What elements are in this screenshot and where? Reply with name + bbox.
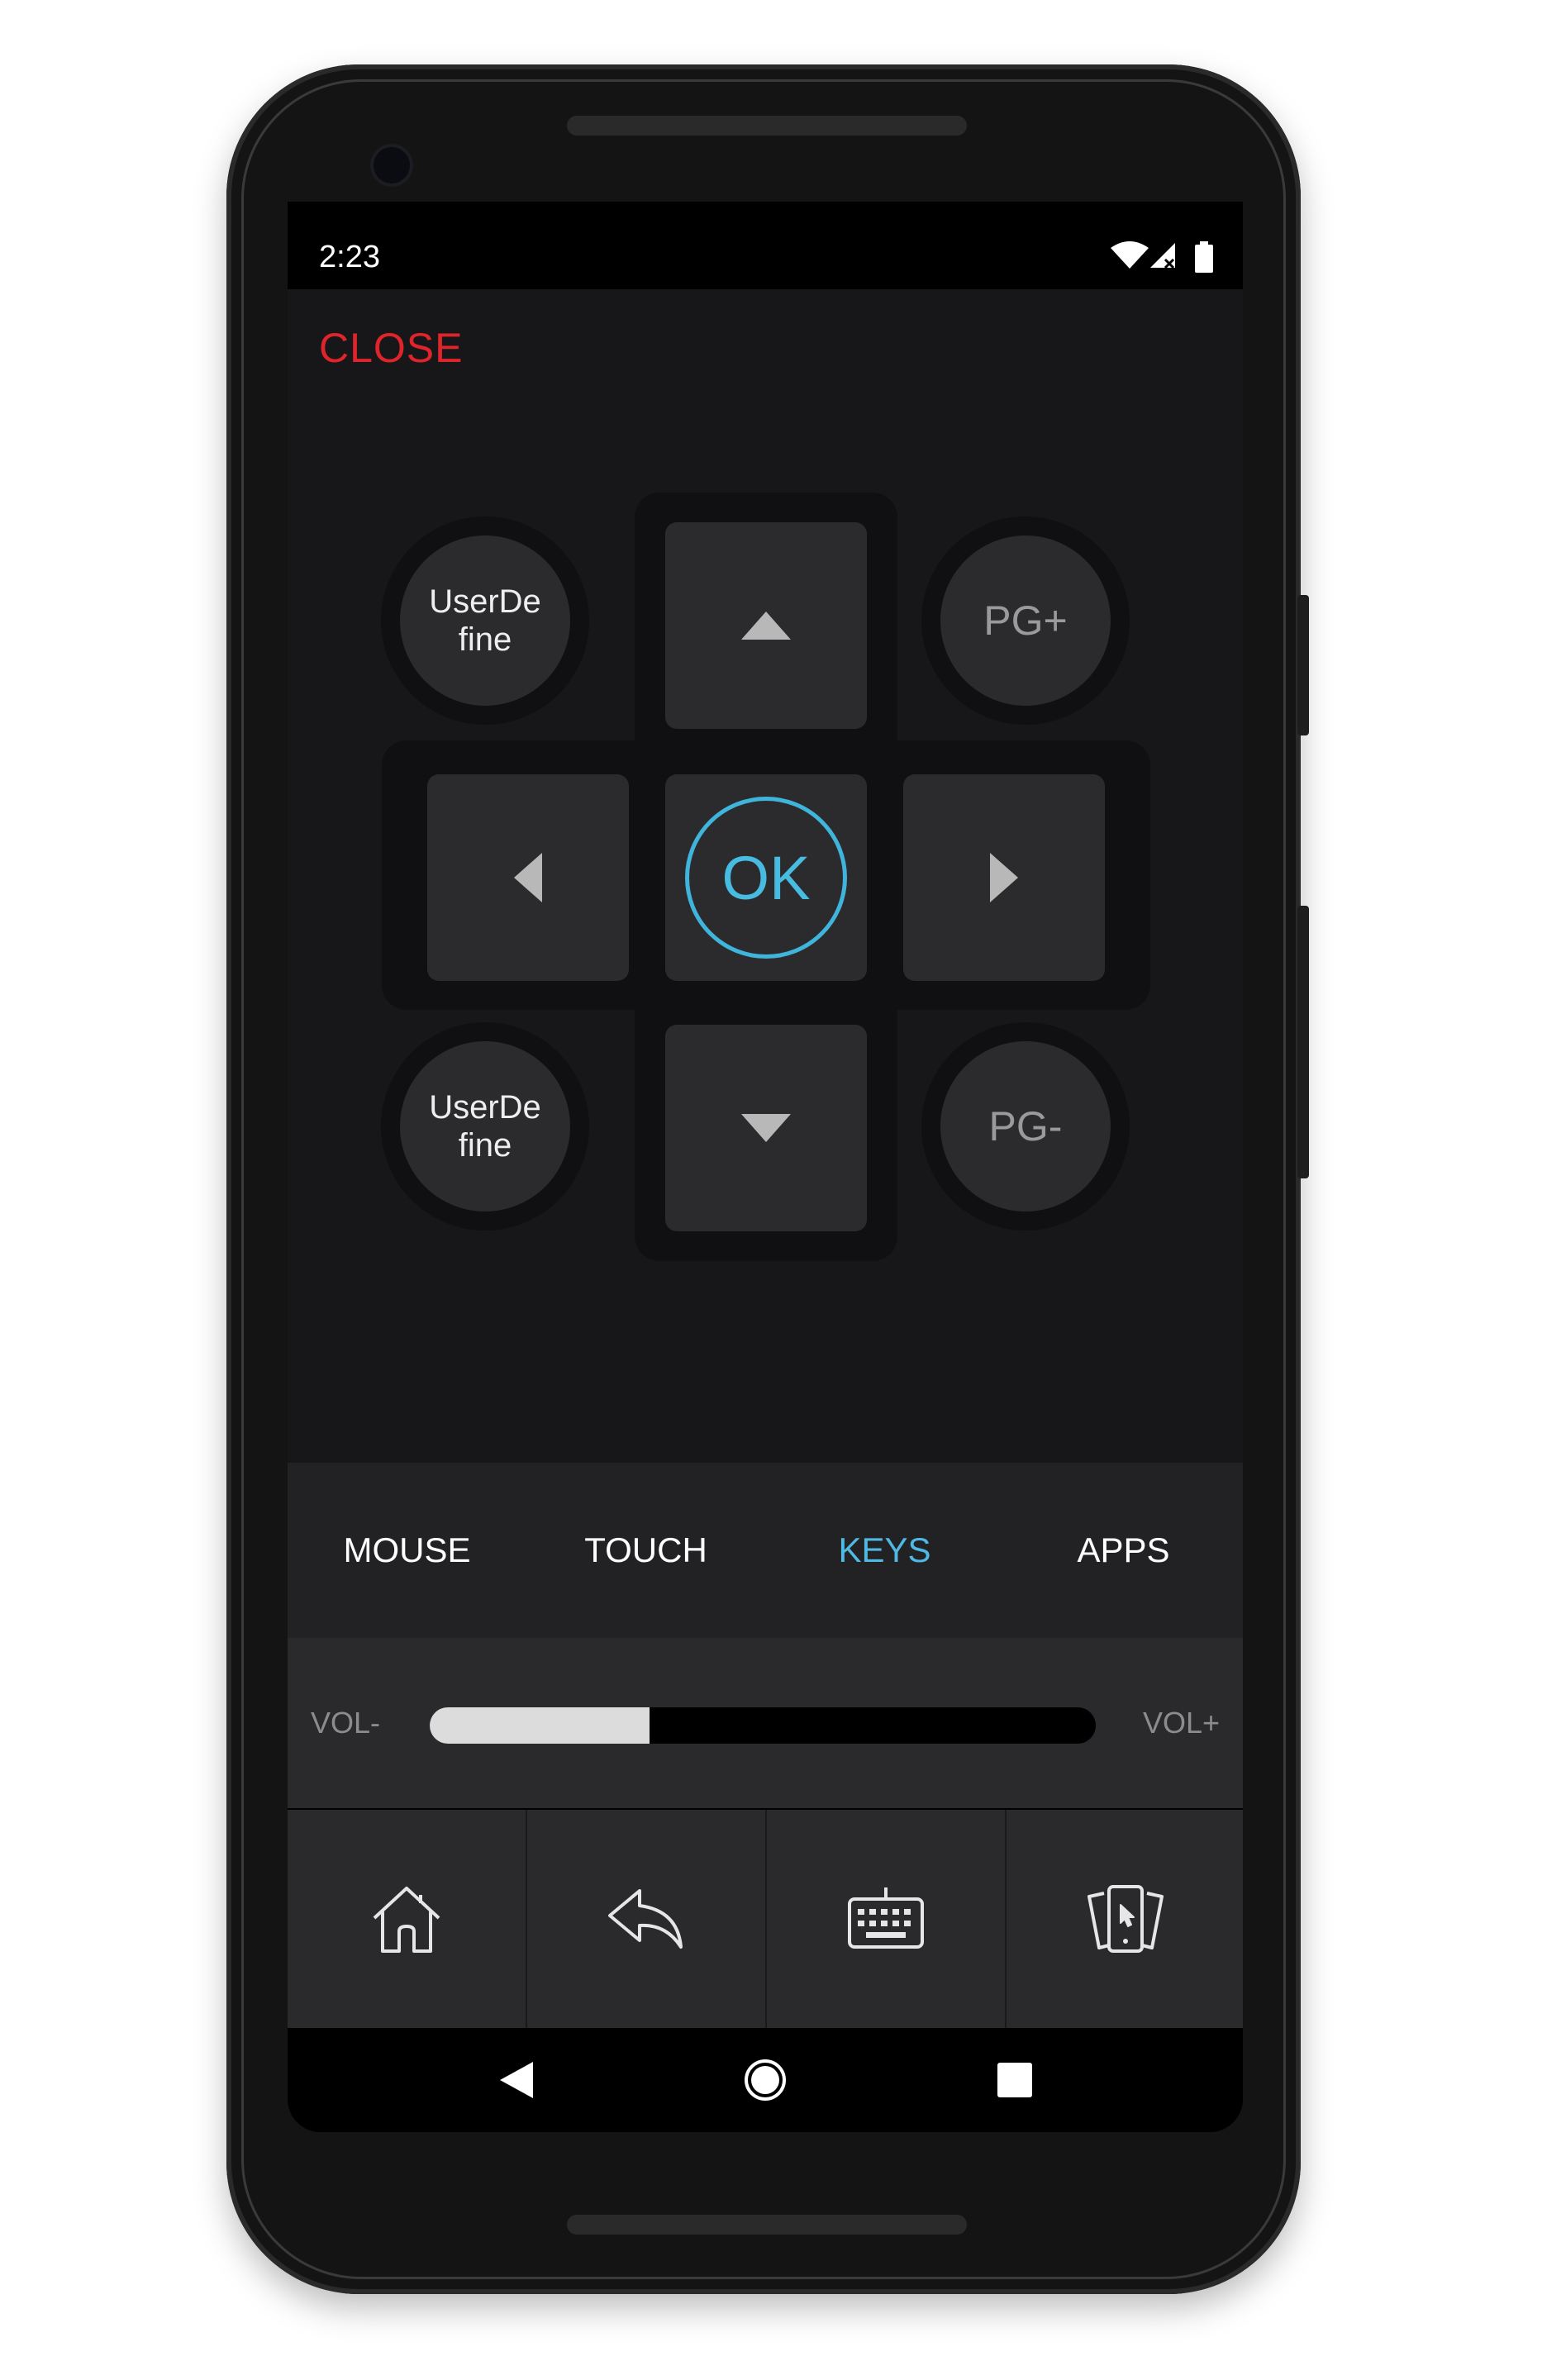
close-button[interactable]: CLOSE xyxy=(319,324,464,372)
page-up-key[interactable]: PG+ xyxy=(921,516,1130,725)
volume-control: VOL- VOL+ xyxy=(288,1638,1243,1808)
volume-up-button[interactable]: VOL+ xyxy=(1143,1638,1220,1808)
triangle-left-icon xyxy=(514,853,542,902)
action-button-row xyxy=(288,1810,1243,2028)
tab-keys[interactable]: KEYS xyxy=(765,1463,1004,1638)
tab-mouse[interactable]: MOUSE xyxy=(288,1463,526,1638)
status-time: 2:23 xyxy=(319,240,380,274)
home-icon xyxy=(373,1887,440,1953)
dpad-down-button[interactable] xyxy=(665,1025,867,1231)
volume-down-button[interactable]: VOL- xyxy=(311,1638,380,1808)
remote-keys-panel: CLOSE UserDe fine PG+ UserDe fine PG- OK xyxy=(288,289,1243,1463)
dpad-left-button[interactable] xyxy=(427,774,629,981)
nav-recents-icon xyxy=(997,2063,1032,2097)
tab-apps[interactable]: APPS xyxy=(1004,1463,1243,1638)
home-button[interactable] xyxy=(288,1810,526,2028)
app-switcher-cards-icon xyxy=(1087,1885,1164,1953)
triangle-down-icon xyxy=(741,1114,791,1142)
battery-icon xyxy=(1195,241,1213,273)
dpad-right-button[interactable] xyxy=(903,774,1105,981)
nav-back-icon xyxy=(500,2062,533,2098)
nav-home-icon xyxy=(745,2059,786,2101)
triangle-right-icon xyxy=(990,853,1018,902)
signal-icon xyxy=(1150,243,1175,269)
keyboard-button[interactable] xyxy=(767,1810,1005,2028)
power-button xyxy=(1297,595,1309,735)
userdefine-key-bottom[interactable]: UserDe fine xyxy=(381,1022,589,1230)
userdefine-key-bottom-label: UserDe fine xyxy=(400,1041,570,1211)
volume-rocker xyxy=(1297,906,1309,1178)
earpiece-speaker xyxy=(567,116,967,136)
mode-tab-bar: MOUSE TOUCH KEYS APPS xyxy=(288,1463,1243,1638)
bottom-speaker xyxy=(567,2215,967,2235)
back-button[interactable] xyxy=(527,1810,765,2028)
volume-slider[interactable] xyxy=(430,1707,1096,1744)
nav-recents-button[interactable] xyxy=(965,2028,1064,2132)
phone-screen: 2:23 CLOSE UserDe fine PG+ UserDe fine P… xyxy=(288,202,1243,2132)
page-up-label: PG+ xyxy=(940,536,1111,706)
system-nav-bar xyxy=(288,2028,1243,2132)
page-down-label: PG- xyxy=(940,1041,1111,1211)
triangle-up-icon xyxy=(741,612,791,640)
ok-label: OK xyxy=(721,843,811,912)
page-down-key[interactable]: PG- xyxy=(921,1022,1130,1230)
dpad-ok-button[interactable]: OK xyxy=(665,774,867,981)
tab-touch[interactable]: TOUCH xyxy=(526,1463,765,1638)
ok-ring: OK xyxy=(685,797,847,959)
wifi-icon xyxy=(1111,241,1149,269)
keyboard-icon xyxy=(848,1887,924,1949)
userdefine-key-top-label: UserDe fine xyxy=(400,536,570,706)
volume-slider-fill xyxy=(430,1707,650,1744)
nav-back-button[interactable] xyxy=(467,2028,566,2132)
dpad-up-button[interactable] xyxy=(665,522,867,729)
front-camera xyxy=(374,147,410,183)
back-arrow-icon xyxy=(608,1889,683,1949)
app-switcher-button[interactable] xyxy=(1007,1810,1243,2028)
status-bar: 2:23 xyxy=(288,202,1243,289)
userdefine-key-top[interactable]: UserDe fine xyxy=(381,516,589,725)
nav-home-button[interactable] xyxy=(716,2028,815,2132)
